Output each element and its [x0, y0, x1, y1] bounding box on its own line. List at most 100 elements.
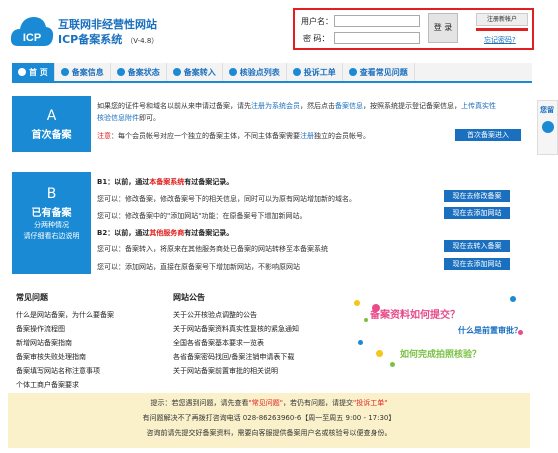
footer-notice: 提示：若您遇到问题，请先查看"常见问题"，若仍有问题，请提交"投诉工单" 有问题… — [8, 393, 530, 448]
tab-record-info[interactable]: 备案信息 — [55, 63, 111, 81]
text: ，按照系统提示登记备案信息， — [363, 102, 461, 110]
tab-home[interactable]: 首 页 — [12, 63, 55, 81]
system-title: ICP备案系统 （V-4.8） — [58, 31, 158, 47]
section-a-letter: A — [46, 108, 57, 124]
username-label: 用户名： — [301, 17, 333, 26]
text: 有过备案记录。 — [184, 178, 234, 186]
notice-item[interactable]: 各省备案密码找回/备案注销申请表下载 — [173, 352, 294, 362]
faq-item[interactable]: 新增网站备案指南 — [16, 338, 72, 348]
promo-question-1: 备案资料如何提交？ — [370, 310, 460, 321]
arrow-icon — [172, 68, 181, 76]
tab-record-status[interactable]: 备案状态 — [111, 63, 167, 81]
main-nav: 首 页 备案信息 备案状态 备案转入 核验点列表 投诉工单 查看常见问题 — [12, 63, 532, 83]
add-website-button-2[interactable]: 现在去添加网站 — [444, 258, 510, 270]
faq-link[interactable]: "常见问题" — [249, 399, 283, 407]
text: B1：以前，通过 — [97, 178, 150, 186]
forgot-password-link[interactable]: 忘记密码? — [484, 35, 516, 45]
notice-item[interactable]: 关于公开核验点调整的公告 — [173, 310, 257, 320]
tab-faq[interactable]: 查看常见问题 — [343, 63, 415, 81]
decor-dot — [376, 350, 383, 357]
text: ，然后点击 — [300, 102, 335, 110]
text: 提示：若您遇到问题，请先查看 — [150, 399, 249, 407]
decor-dot — [364, 318, 368, 322]
b2-heading: B2：以前，通过其他服务商有过备案记录。 — [97, 228, 233, 238]
text: B2：以前，通过 — [97, 229, 150, 237]
complaint-icon — [292, 68, 301, 76]
complaint-link[interactable]: "投诉工单" — [353, 399, 387, 407]
register-highlight-bar — [476, 28, 528, 31]
password-label: 密 码： — [303, 34, 330, 43]
record-info-link[interactable]: 备案信息 — [335, 102, 363, 110]
side-panel-label: 您留 — [540, 106, 554, 114]
section-b-title: 已有备案 — [31, 208, 72, 219]
notice-heading: 网站公告 — [173, 293, 205, 302]
system-title-text: ICP备案系统 — [58, 33, 123, 46]
status-icon — [116, 68, 125, 76]
promo-question-2: 什么是前置审批？ — [458, 326, 522, 335]
first-filing-enter-button[interactable]: 首次备案进入 — [455, 129, 521, 141]
decor-dot — [354, 300, 360, 306]
section-a-note: 注意：每个会员帐号对应一个独立的备案主体，不同主体备案需要注册独立的会员帐号。 — [97, 131, 370, 141]
faq-item[interactable]: 备案审核失败处理指南 — [16, 352, 86, 362]
note-register-link[interactable]: 注册 — [300, 132, 314, 140]
login-button[interactable]: 登 录 — [428, 13, 458, 43]
promo-question-3: 如何完成拍照核验？ — [400, 350, 482, 360]
text: 如果您的证件号和域名以前从来申请过备案，请先 — [97, 102, 251, 110]
list-icon — [228, 68, 237, 76]
document-icon — [60, 68, 69, 76]
decor-dot — [390, 362, 395, 367]
password-input[interactable] — [334, 32, 420, 44]
upload-authenticity-link[interactable]: 上传真实性 — [461, 102, 496, 110]
faq-item[interactable]: 个体工商户备案要求 — [16, 380, 79, 390]
verification-attachment-link[interactable]: 核验信息附件 — [97, 114, 139, 122]
notice-item[interactable]: 全国各省备案基本要求一览表 — [173, 338, 264, 348]
tab-complaint[interactable]: 投诉工单 — [287, 63, 343, 81]
faq-item[interactable]: 备案填写网站名称注意事项 — [16, 366, 100, 376]
tab-record-transfer[interactable]: 备案转入 — [167, 63, 223, 81]
footer-line1: 提示：若您遇到问题，请先查看"常见问题"，若仍有问题，请提交"投诉工单" — [8, 398, 530, 408]
section-a-line1: 如果您的证件号和域名以前从来申请过备案，请先注册为系统会员，然后点击备案信息，按… — [97, 101, 496, 111]
side-floating-panel[interactable]: 您留 — [537, 100, 558, 155]
note-label: 注意 — [97, 132, 111, 140]
tab-label: 投诉工单 — [303, 67, 336, 77]
tab-label: 备案信息 — [71, 67, 104, 77]
tab-label: 首 页 — [29, 67, 48, 77]
icp-logo: ICP — [10, 12, 54, 50]
faq-heading: 常见问题 — [16, 293, 48, 302]
modify-filing-button[interactable]: 现在去修改备案 — [444, 190, 510, 202]
username-input[interactable] — [334, 15, 420, 27]
b2-highlight: 其他服务商 — [149, 229, 185, 237]
faq-item[interactable]: 什么是网站备案，为什么要备案 — [16, 310, 114, 320]
footer-line2: 有问题解决不了再拨打咨询电话 028-86263960-6【周一至周五 9:00… — [142, 414, 396, 422]
b1-heading: B1：以前，通过本备案系统有过备案记录。 — [97, 177, 233, 187]
text: 即可。 — [139, 114, 160, 122]
text: 有过备案记录。 — [184, 229, 234, 237]
text: 独立的会员帐号。 — [314, 132, 370, 140]
text: ，若仍有问题，请提交 — [283, 399, 353, 407]
b1-option-add: 您可以：修改备案中的"添加网站"功能：在原备案号下增加新网站。 — [97, 212, 307, 220]
transfer-filing-button[interactable]: 现在去转入备案 — [444, 240, 510, 252]
tab-label: 备案状态 — [127, 67, 160, 77]
help-promo-graphic[interactable]: 备案资料如何提交？ 什么是前置审批？ 如何完成拍照核验？ — [350, 290, 530, 385]
decor-dot — [510, 296, 516, 302]
register-button[interactable]: 注册新帐户 — [476, 13, 528, 26]
tab-label: 备案转入 — [183, 67, 216, 77]
tab-label: 核验点列表 — [239, 67, 280, 77]
logo-text: ICP — [23, 32, 41, 44]
decor-dot — [358, 340, 363, 345]
faq-item[interactable]: 备案操作流程图 — [16, 324, 65, 334]
register-member-link[interactable]: 注册为系统会员 — [251, 102, 300, 110]
version-label: （V-4.8） — [126, 37, 159, 45]
chat-icon — [542, 121, 554, 133]
b1-highlight: 本备案系统 — [149, 178, 185, 186]
notice-item[interactable]: 关于网站备案资料真实性复核的紧急通知 — [173, 324, 299, 334]
section-a-title: 首次备案 — [31, 130, 72, 141]
b1-option-modify: 您可以：修改备案，修改备案号下的相关信息，同时可以为原有网站增加新的域名。 — [97, 195, 356, 203]
section-b-letter: B — [46, 186, 57, 202]
existing-filing-card: B 已有备案 分两种情况 请仔细看右边说明 — [12, 172, 91, 274]
section-a-line2: 核验信息附件即可。 — [97, 113, 160, 123]
section-b-sub1: 分两种情况 — [34, 221, 69, 229]
add-website-button[interactable]: 现在去添加网站 — [444, 207, 510, 219]
tab-verification-points[interactable]: 核验点列表 — [223, 63, 287, 81]
notice-item[interactable]: 关于网站备案前置审批的相关说明 — [173, 366, 278, 376]
